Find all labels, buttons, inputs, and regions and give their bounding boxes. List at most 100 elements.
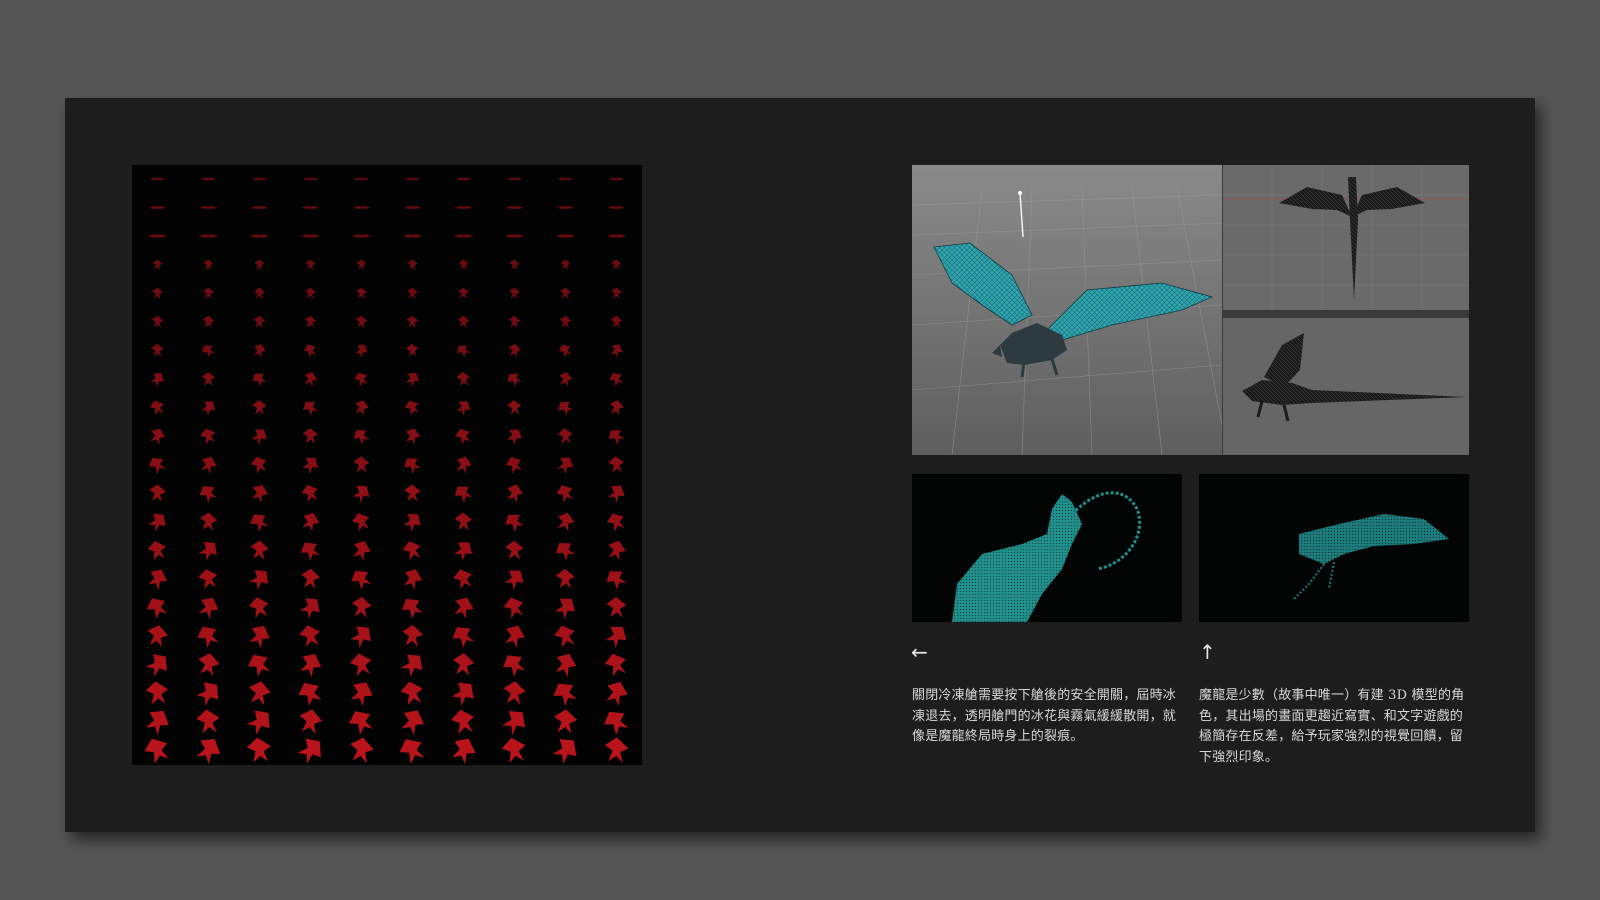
render-right-art [1293, 514, 1449, 600]
sprite-frame [350, 737, 374, 764]
viewport-art [912, 165, 1469, 455]
sprite-frame [506, 205, 523, 209]
sprite-frame [302, 177, 319, 181]
sprite-frame [606, 596, 627, 618]
sprite-frame [404, 177, 421, 181]
sprite-frame [399, 739, 425, 764]
sprite-frame [504, 570, 524, 591]
sprite-frame [454, 234, 473, 238]
sprite-frame [151, 315, 164, 328]
sprite-frame [196, 709, 220, 734]
sprite-frame [199, 597, 219, 620]
sprite-frame [557, 205, 574, 209]
caption-left: 關閉冷凍艙需要按下艙後的安全開關，屆時冰凍退去，透明艙門的冰花與霧氣緩緩散開，就… [912, 688, 1177, 744]
sprite-frame [354, 372, 368, 387]
sprite-frame [453, 653, 475, 676]
sprite-frame [457, 345, 471, 358]
sprite-frame [146, 598, 168, 619]
sprite-frame [505, 625, 525, 648]
sprite-frame [149, 177, 166, 181]
sprite-frame [251, 429, 267, 445]
sprite-frame [355, 344, 368, 358]
sprite-frame [353, 430, 370, 445]
sprite-frame [355, 315, 368, 328]
dragon-head-shape [952, 494, 1082, 622]
sprite-frame [201, 345, 216, 358]
sprite-frame [557, 512, 575, 532]
sprite-frame [555, 653, 577, 677]
sprite-frame [401, 710, 425, 736]
arrow-up-icon: ↑ [1199, 640, 1216, 664]
sprite-frame [350, 626, 371, 648]
sprite-frame [453, 569, 472, 590]
sprite-frame [203, 287, 214, 299]
sprite-frame [197, 626, 219, 648]
sprite-frame [555, 568, 575, 589]
sprite-frame [302, 513, 320, 532]
sprite-frame [556, 485, 574, 503]
sprite-frame [251, 177, 268, 181]
sprite-frame [254, 259, 265, 270]
sprite-frame [407, 259, 418, 270]
sprite-frame [150, 373, 164, 387]
sprite-frame [299, 709, 323, 735]
dragon-legs [1293, 561, 1335, 600]
sprite-frame [405, 343, 419, 357]
sprite-frame [201, 371, 216, 386]
sprite-frame [401, 598, 423, 619]
sprite-frame [148, 513, 166, 532]
sprite-frame [606, 681, 628, 707]
sprite-frame [198, 653, 220, 677]
sprite-frame [554, 625, 575, 648]
sprite-frame [501, 737, 526, 763]
sprite-frame [250, 456, 267, 474]
sprite-frame [352, 513, 370, 532]
sprite-frame [403, 569, 423, 590]
sprite-frame [400, 681, 423, 705]
sprite-frame [247, 654, 270, 677]
sprite-frame [557, 177, 574, 181]
sprite-frame [353, 456, 370, 473]
sprite-frame [553, 683, 577, 706]
sprite-frame [556, 234, 575, 238]
sprite-frame [402, 541, 421, 561]
sprite-frame [353, 177, 370, 181]
sprite-frame [152, 259, 163, 270]
sprite-frame [455, 428, 471, 445]
sprite-frame [405, 372, 419, 387]
3d-viewport-screenshot [912, 165, 1469, 455]
sprite-frame [301, 484, 318, 503]
sprite-frame [299, 598, 320, 619]
sprite-frame [505, 457, 522, 474]
sprite-frame [608, 430, 625, 445]
caption-right: 魔龍是少數（故事中唯一）有建 3D 模型的角色，其出場的畫面更趨近寫實、和文字遊… [1199, 688, 1465, 765]
sprite-frame [507, 484, 523, 503]
sprite-frame [149, 484, 166, 502]
sprite-frame [253, 315, 266, 328]
sprite-frame [196, 739, 221, 765]
sprite-frame [458, 287, 469, 299]
sprite-frame [252, 373, 267, 387]
sprite-frame [350, 653, 372, 676]
sprite-frame [455, 177, 472, 181]
sprite-frame [147, 540, 166, 560]
sprite-frame [305, 259, 316, 270]
sprite-frame [457, 315, 470, 328]
sprite-frame [506, 429, 522, 445]
sprite-frame [604, 737, 629, 763]
sprite-frame [351, 570, 372, 590]
sprite-frame [147, 625, 168, 648]
sprite-frame [406, 428, 421, 445]
sprite-frame [302, 205, 319, 209]
sprite-frame [198, 569, 218, 589]
sprite-frame [560, 259, 571, 270]
sprite-frame [454, 486, 473, 503]
sprite-frame [304, 372, 318, 387]
sprite-frame [355, 400, 369, 416]
sprite-frame [454, 512, 473, 531]
sprite-frame [456, 372, 470, 386]
sprite-frame [608, 485, 625, 503]
sprite-frame [452, 738, 476, 765]
sprite-frame [506, 177, 523, 181]
sprite-frame [198, 541, 217, 561]
